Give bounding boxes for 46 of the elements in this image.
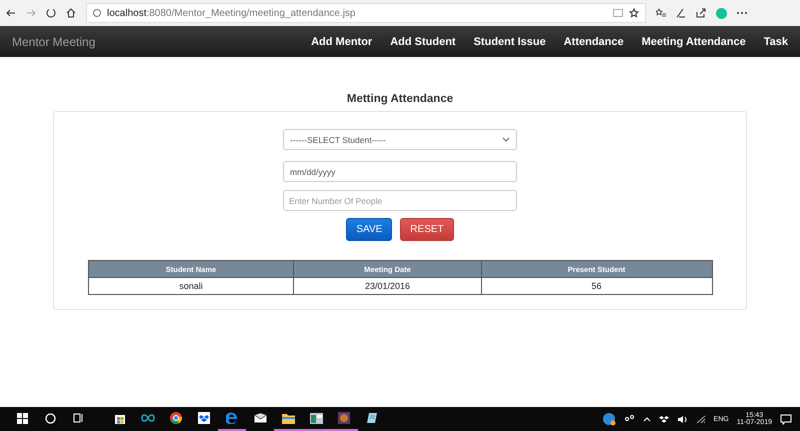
- nav-link[interactable]: Student Issue: [474, 36, 546, 48]
- student-select[interactable]: ------SELECT Student-----: [283, 129, 517, 150]
- game-icon: [338, 412, 350, 424]
- store-icon: [114, 412, 126, 424]
- browser-icon: [170, 412, 182, 424]
- nav-link[interactable]: Task: [764, 36, 788, 48]
- dropbox-tray-icon[interactable]: [658, 414, 669, 424]
- brand-title[interactable]: Mentor Meeting: [12, 34, 294, 48]
- chevron-up-icon[interactable]: [642, 416, 651, 422]
- more-icon[interactable]: [737, 11, 747, 15]
- search-icon: [44, 412, 56, 424]
- address-bar[interactable]: localhost:8080/Mentor_Meeting/meeting_attendance.jsp: [86, 3, 646, 23]
- share-icon[interactable]: [696, 8, 706, 18]
- home-icon[interactable]: [66, 8, 76, 18]
- pen-icon[interactable]: [676, 8, 686, 18]
- table-cell: 56: [481, 278, 712, 294]
- people-field[interactable]: Enter Number Of People: [283, 190, 517, 211]
- save-button[interactable]: SAVE: [346, 218, 392, 241]
- nav-link[interactable]: Add Mentor: [311, 36, 372, 48]
- star-icon[interactable]: [629, 8, 639, 18]
- reset-button[interactable]: RESET: [400, 218, 454, 241]
- info-icon: [93, 9, 101, 17]
- back-icon[interactable]: [6, 8, 16, 18]
- nav-link[interactable]: Attendance: [564, 36, 624, 48]
- chevron-down-icon: [502, 137, 510, 142]
- windows-icon: [16, 412, 28, 424]
- refresh-icon[interactable]: [46, 8, 56, 18]
- edge-icon: [226, 412, 238, 424]
- folder-icon: [282, 412, 294, 424]
- notification-icon[interactable]: [780, 414, 792, 424]
- window-icon: [310, 412, 322, 424]
- favorites-icon[interactable]: [656, 8, 666, 18]
- nav-link[interactable]: Add Student: [390, 36, 456, 48]
- url-text: localhost:8080/Mentor_Meeting/meeting_attendance.jsp: [107, 8, 356, 18]
- table-cell: 23/01/2016: [294, 278, 482, 294]
- infinity-icon: [141, 414, 155, 422]
- task-view-icon: [72, 413, 84, 423]
- notepad-icon: [366, 412, 378, 424]
- page-title: Metting Attendance: [346, 93, 454, 105]
- nav-link[interactable]: Meeting Attendance: [642, 36, 746, 48]
- volume-icon[interactable]: [676, 414, 688, 424]
- help-icon[interactable]: [602, 412, 616, 426]
- dropbox-icon: [198, 412, 210, 424]
- mail-icon: [254, 413, 266, 423]
- table-cell: sonali: [88, 278, 294, 294]
- date-field[interactable]: mm/dd/yyyy: [283, 161, 517, 182]
